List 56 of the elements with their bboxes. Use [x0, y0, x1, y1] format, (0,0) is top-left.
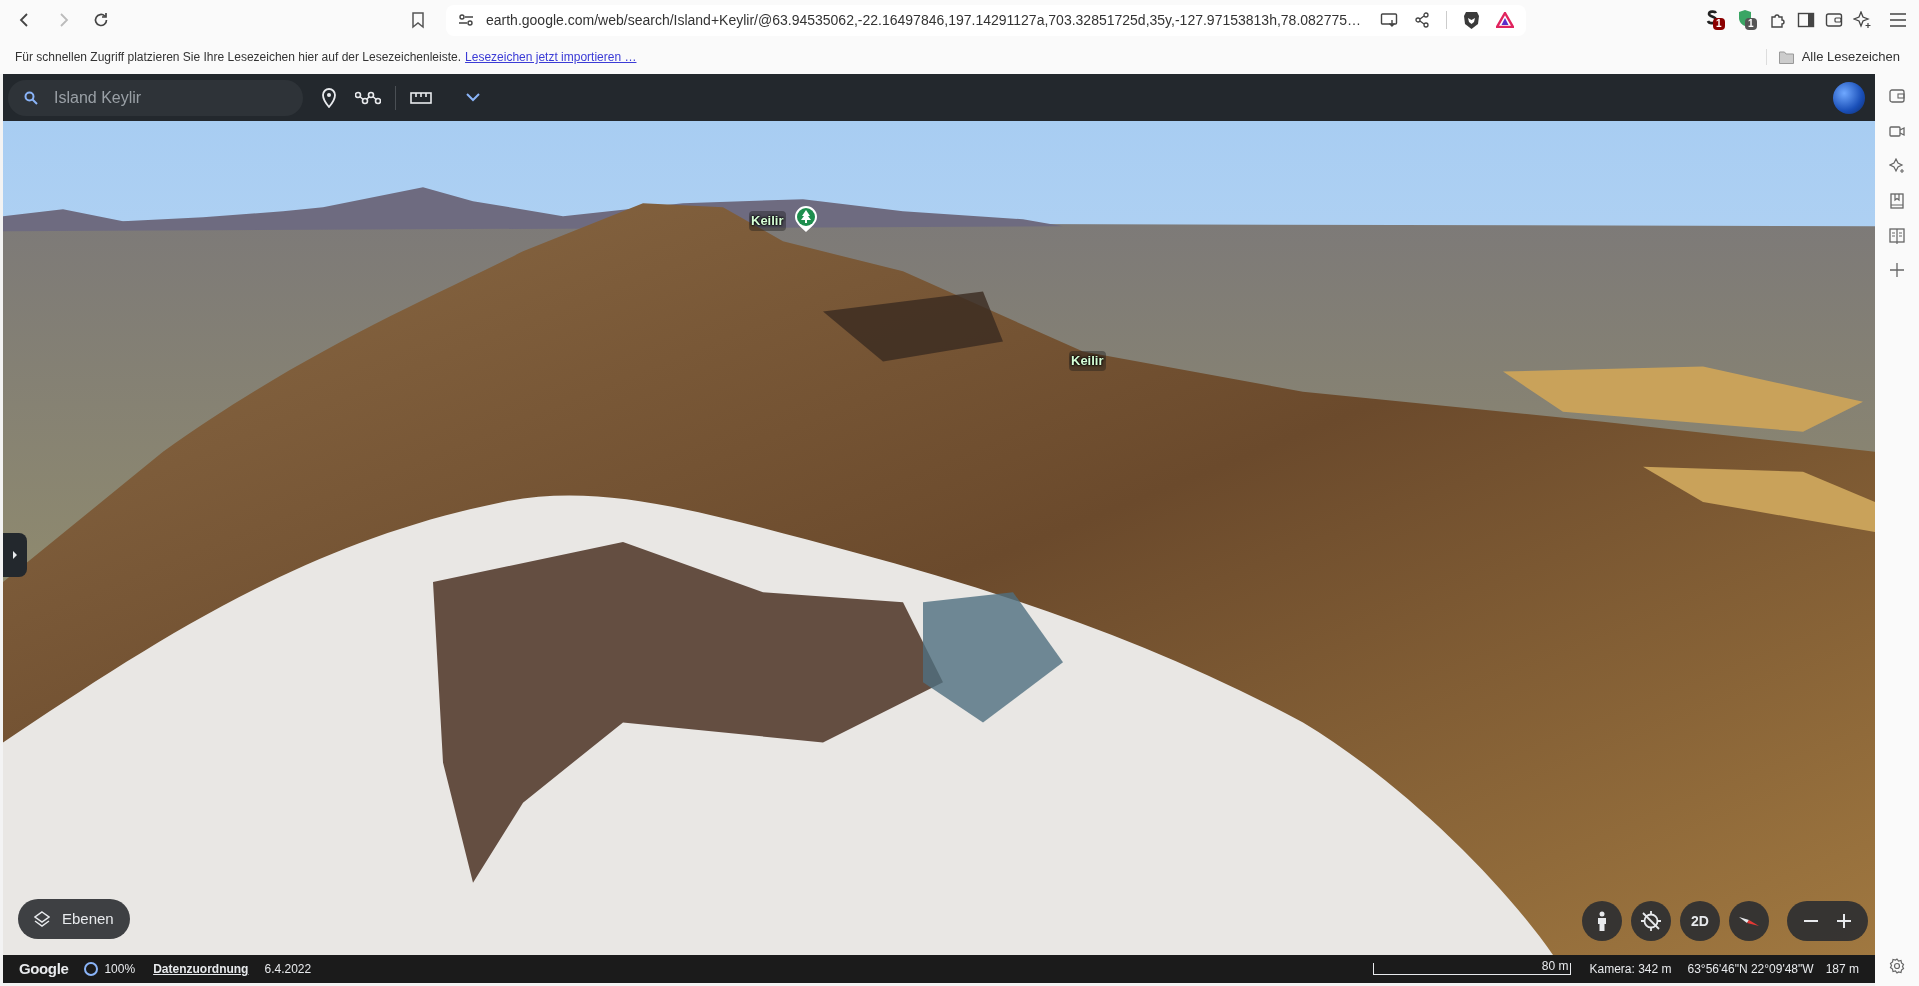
loading-ring-icon [84, 962, 99, 976]
sparkle-icon[interactable] [1853, 11, 1871, 29]
extension-button[interactable]: 1 [1705, 9, 1727, 31]
layers-icon [34, 911, 50, 927]
sparkle-icon[interactable] [1889, 158, 1905, 174]
path-icon[interactable] [355, 90, 381, 105]
url-text: earth.google.com/web/search/Island+Keylir/@63.94535062,-22.16497846,197.14291127a,703.32851725d,35y,-127.97153813h,78.082775… [486, 10, 1361, 30]
place-label[interactable]: Keilir [1069, 351, 1106, 371]
bookmark-book-icon[interactable] [1890, 193, 1904, 209]
address-bar[interactable]: earth.google.com/web/search/Island+Keylir/@63.94535062,-22.16497846,197.14291127a,703.32851725d,35y,-127.97153813h,78.082775… [446, 4, 1526, 36]
bookmarks-hint-text: Für schnellen Zugriff platzieren Sie Ihre Lesezeichen hier auf der Lesezeichenleiste. [15, 49, 462, 66]
import-bookmarks-link[interactable]: Lesezeichen jetzt importieren … [465, 48, 637, 66]
search-field[interactable]: Island Keylir [8, 79, 303, 116]
chevron-down-icon[interactable] [466, 93, 480, 102]
site-settings-icon [458, 13, 474, 27]
extension-button[interactable]: 1 [1737, 9, 1759, 31]
tree-pin-icon[interactable] [793, 205, 818, 233]
terrain-3d-view-drawing[interactable] [3, 121, 1875, 955]
install-icon[interactable] [1380, 12, 1398, 28]
video-camera-icon[interactable] [1889, 124, 1905, 138]
add-icon[interactable] [1890, 263, 1904, 277]
brand-text: Google [19, 958, 69, 979]
compass-needle-icon [1738, 915, 1760, 927]
ruler-icon[interactable] [410, 91, 432, 104]
place-label[interactable]: Keilir [749, 211, 786, 231]
zoom-in-icon[interactable] [1836, 914, 1851, 928]
triangle-logo-icon[interactable] [1496, 12, 1514, 28]
bookmark-icon[interactable] [410, 11, 426, 29]
layers-button[interactable]: Ebenen [18, 899, 130, 939]
side-panel-toggle[interactable] [3, 533, 27, 577]
folder-icon [1778, 50, 1794, 64]
globe-avatar-icon[interactable] [1833, 81, 1865, 114]
reload-icon[interactable] [92, 11, 110, 29]
loading-percentage: 100% [104, 961, 136, 978]
crosshair-off-icon [1640, 910, 1662, 932]
camera-altitude: Kamera: 342 m [1589, 961, 1672, 978]
notification-badge: 1 [1745, 18, 1757, 30]
sidebar-icon[interactable] [1797, 12, 1815, 28]
scale-label: 80 m [1541, 960, 1569, 972]
chevron-right-icon [12, 550, 18, 560]
all-bookmarks-button[interactable]: Alle Lesezeichen [1778, 47, 1900, 67]
placemark-icon[interactable] [321, 87, 337, 108]
coordinates: 63°56'46"N 22°09'48"W [1687, 961, 1814, 978]
data-attribution-link[interactable]: Datenzuordnung [153, 960, 249, 978]
wallet-icon[interactable] [1825, 12, 1843, 28]
search-icon [24, 90, 38, 105]
share-icon[interactable] [1414, 12, 1430, 28]
wallet-icon[interactable] [1889, 89, 1905, 103]
puzzle-icon[interactable] [1769, 11, 1787, 29]
person-icon [1597, 911, 1607, 931]
imagery-date: 6.4.2022 [264, 961, 312, 978]
settings-icon[interactable] [1889, 958, 1905, 974]
elevation: 187 m [1825, 961, 1859, 978]
notification-badge: 1 [1713, 18, 1725, 30]
reading-list-icon[interactable] [1889, 228, 1905, 244]
menu-icon[interactable] [1889, 13, 1907, 27]
